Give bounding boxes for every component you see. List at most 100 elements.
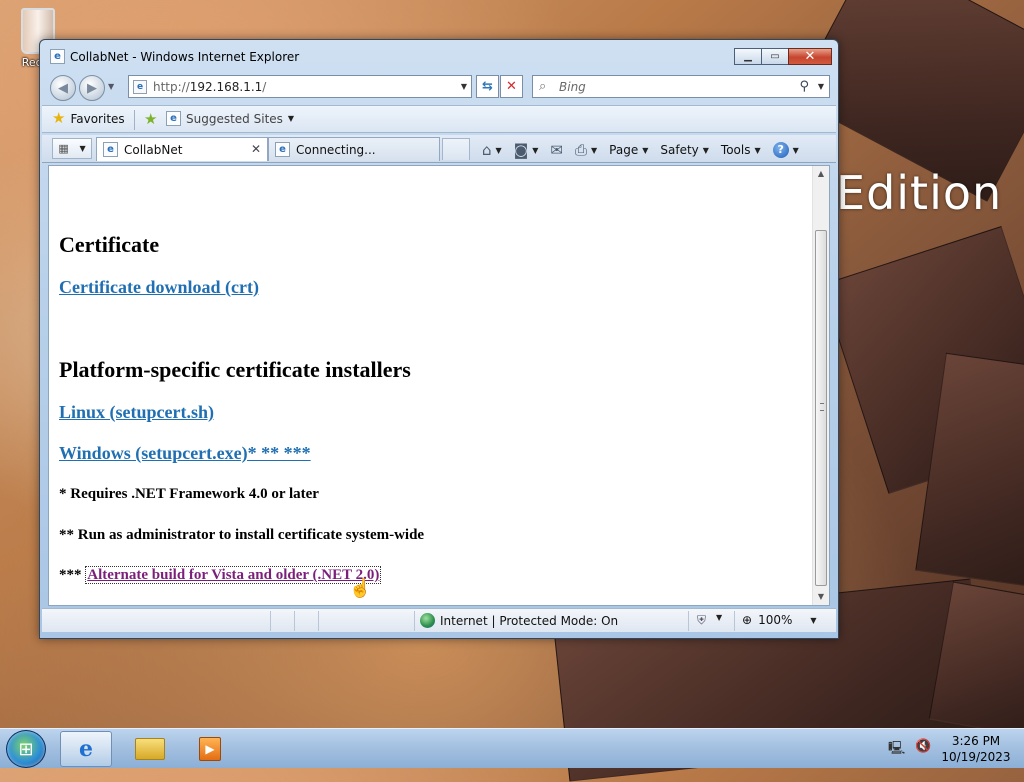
hand-cursor-icon: ☝ bbox=[349, 578, 372, 598]
search-options-dropdown-icon[interactable]: ▼ bbox=[818, 82, 824, 91]
refresh-button[interactable]: ⇆ bbox=[476, 75, 499, 98]
tools-menu[interactable]: Tools ▼ bbox=[717, 140, 765, 160]
alternate-build-link[interactable]: Alternate build for Vista and older (.NE… bbox=[85, 566, 382, 584]
page-menu[interactable]: Page ▼ bbox=[605, 140, 652, 160]
title-bar[interactable]: e CollabNet - Windows Internet Explorer … bbox=[40, 40, 838, 72]
start-button[interactable]: ⊞ bbox=[6, 730, 46, 768]
dotnet-requirement-note: * Requires .NET Framework 4.0 or later bbox=[59, 486, 319, 502]
favorites-label: Favorites bbox=[70, 111, 125, 126]
chevron-down-icon: ▼ bbox=[754, 145, 761, 155]
shield-icon: ⛨ bbox=[697, 613, 707, 627]
suggested-sites-label: Suggested Sites bbox=[186, 111, 283, 126]
favorites-star-icon: ★ bbox=[52, 109, 66, 127]
tab-favicon: e bbox=[103, 142, 118, 157]
recent-pages-dropdown[interactable]: ▼ bbox=[108, 82, 114, 91]
safety-menu-label: Safety bbox=[660, 143, 699, 157]
maximize-button[interactable]: ▭ bbox=[761, 48, 789, 65]
page-icon: e bbox=[133, 80, 147, 94]
folder-icon bbox=[135, 738, 165, 760]
close-button[interactable]: ✕ bbox=[788, 48, 832, 65]
close-icon: ✕ bbox=[804, 49, 816, 64]
vertical-scrollbar[interactable]: ▲ ▼ bbox=[812, 166, 829, 605]
tab-collabnet[interactable]: e CollabNet ✕ bbox=[96, 137, 268, 161]
page-menu-label: Page bbox=[609, 143, 639, 157]
tab-favicon: e bbox=[275, 142, 290, 157]
grip-icon bbox=[820, 403, 824, 411]
tab-row: ▦ ▼ e CollabNet ✕ e Connecting... ⌂ ▼ ◙ ▼ ✉… bbox=[42, 135, 836, 163]
print-button[interactable]: ⎙ ▼ bbox=[571, 138, 601, 162]
network-icon[interactable]: 🖳 bbox=[888, 739, 905, 761]
wallpaper-text: Edition bbox=[836, 166, 1003, 220]
navigation-row: ◀ ▶ ▼ e http://192.168.1.1/ ▼ ⇆ ✕ ⌕ Bing… bbox=[40, 73, 838, 103]
home-button[interactable]: ⌂ ▼ bbox=[478, 138, 506, 162]
chevron-down-icon: ▼ bbox=[532, 145, 539, 155]
stop-icon: ✕ bbox=[506, 79, 517, 94]
chevron-down-icon: ▼ bbox=[591, 145, 598, 155]
read-mail-button[interactable]: ✉ bbox=[546, 138, 567, 162]
safety-menu[interactable]: Safety ▼ bbox=[656, 140, 713, 160]
rss-feed-icon: ◙ bbox=[513, 141, 529, 159]
tab-list-dropdown-icon[interactable]: ▼ bbox=[79, 144, 85, 153]
certificate-download-link[interactable]: Certificate download (crt) bbox=[59, 277, 259, 298]
tab-connecting[interactable]: e Connecting... bbox=[268, 137, 440, 161]
ie-page-icon: e bbox=[166, 111, 181, 126]
system-tray: 🖳 🔇 bbox=[888, 739, 932, 761]
search-icon[interactable]: ⚲ bbox=[799, 79, 809, 94]
tools-menu-label: Tools bbox=[720, 143, 751, 157]
close-tab-icon[interactable]: ✕ bbox=[251, 142, 261, 156]
taskbar-internet-explorer[interactable]: e bbox=[60, 731, 112, 767]
address-url[interactable]: http://192.168.1.1/ bbox=[153, 80, 266, 94]
new-tab-button[interactable] bbox=[442, 138, 470, 160]
scroll-thumb[interactable] bbox=[815, 230, 827, 586]
separator bbox=[734, 611, 735, 631]
clock-time: 3:26 PM bbox=[951, 734, 1001, 748]
mail-icon: ✉ bbox=[550, 141, 563, 159]
zone-text: Internet | Protected Mode: On bbox=[440, 613, 619, 628]
separator bbox=[270, 611, 271, 631]
windows-installer-link[interactable]: Windows (setupcert.exe)* ** *** bbox=[59, 443, 311, 464]
minimize-button[interactable]: ▁ bbox=[734, 48, 762, 65]
printer-icon: ⎙ bbox=[574, 141, 587, 159]
help-button[interactable]: ? ▼ bbox=[769, 139, 803, 161]
alternate-build-note: *** Alternate build for Vista and older … bbox=[59, 566, 382, 584]
taskbar-windows-explorer[interactable] bbox=[124, 731, 176, 767]
pop-up-blocker[interactable]: ⛨ ▼ bbox=[697, 613, 722, 628]
back-button[interactable]: ◀ bbox=[50, 75, 76, 101]
home-icon: ⌂ bbox=[482, 141, 492, 159]
address-dropdown-icon[interactable]: ▼ bbox=[461, 82, 467, 91]
search-box[interactable]: ⌕ Bing ⚲ ▼ bbox=[532, 75, 830, 98]
clock[interactable]: 3:26 PM 10/19/2023 bbox=[936, 733, 1016, 765]
chevron-down-icon: ▼ bbox=[702, 145, 709, 155]
forward-button[interactable]: ▶ bbox=[79, 75, 105, 101]
scroll-up-icon[interactable]: ▲ bbox=[813, 166, 829, 182]
separator bbox=[414, 611, 415, 631]
window-title: CollabNet - Windows Internet Explorer bbox=[70, 50, 300, 64]
separator bbox=[688, 611, 689, 631]
url-host: 192.168.1.1 bbox=[189, 80, 263, 94]
quick-tabs-button[interactable]: ▦ ▼ bbox=[52, 138, 92, 159]
chevron-down-icon: ▼ bbox=[495, 145, 502, 155]
chevron-down-icon: ▼ bbox=[810, 615, 817, 625]
maximize-icon: ▭ bbox=[770, 51, 780, 62]
scroll-down-icon[interactable]: ▼ bbox=[813, 589, 829, 605]
tab-label: Connecting... bbox=[296, 142, 376, 157]
quick-tabs-icon: ▦ bbox=[58, 142, 69, 155]
taskbar-media-player[interactable]: ▶ bbox=[184, 731, 236, 767]
chevron-down-icon: ▼ bbox=[716, 613, 723, 622]
chevron-down-icon: ▼ bbox=[642, 145, 649, 155]
zoom-icon: ⊕ bbox=[742, 613, 753, 627]
suggested-sites-button[interactable]: e Suggested Sites ▼ bbox=[166, 111, 294, 126]
chevron-down-icon: ▼ bbox=[792, 145, 799, 155]
favorites-button[interactable]: ★ Favorites bbox=[52, 111, 125, 126]
add-to-favorites-bar-icon[interactable]: ★ bbox=[144, 110, 157, 128]
volume-muted-icon[interactable]: 🔇 bbox=[915, 739, 931, 761]
help-icon: ? bbox=[772, 142, 789, 158]
security-zone[interactable]: Internet | Protected Mode: On bbox=[420, 613, 618, 628]
tab-label: CollabNet bbox=[124, 142, 183, 157]
address-bar[interactable]: e http://192.168.1.1/ ▼ bbox=[128, 75, 472, 98]
linux-installer-link[interactable]: Linux (setupcert.sh) bbox=[59, 402, 214, 423]
feeds-button[interactable]: ◙ ▼ bbox=[510, 138, 543, 162]
stop-button[interactable]: ✕ bbox=[500, 75, 523, 98]
minimize-icon: ▁ bbox=[744, 51, 752, 62]
zoom-level-button[interactable]: ⊕ 100% ▼ bbox=[742, 613, 817, 627]
